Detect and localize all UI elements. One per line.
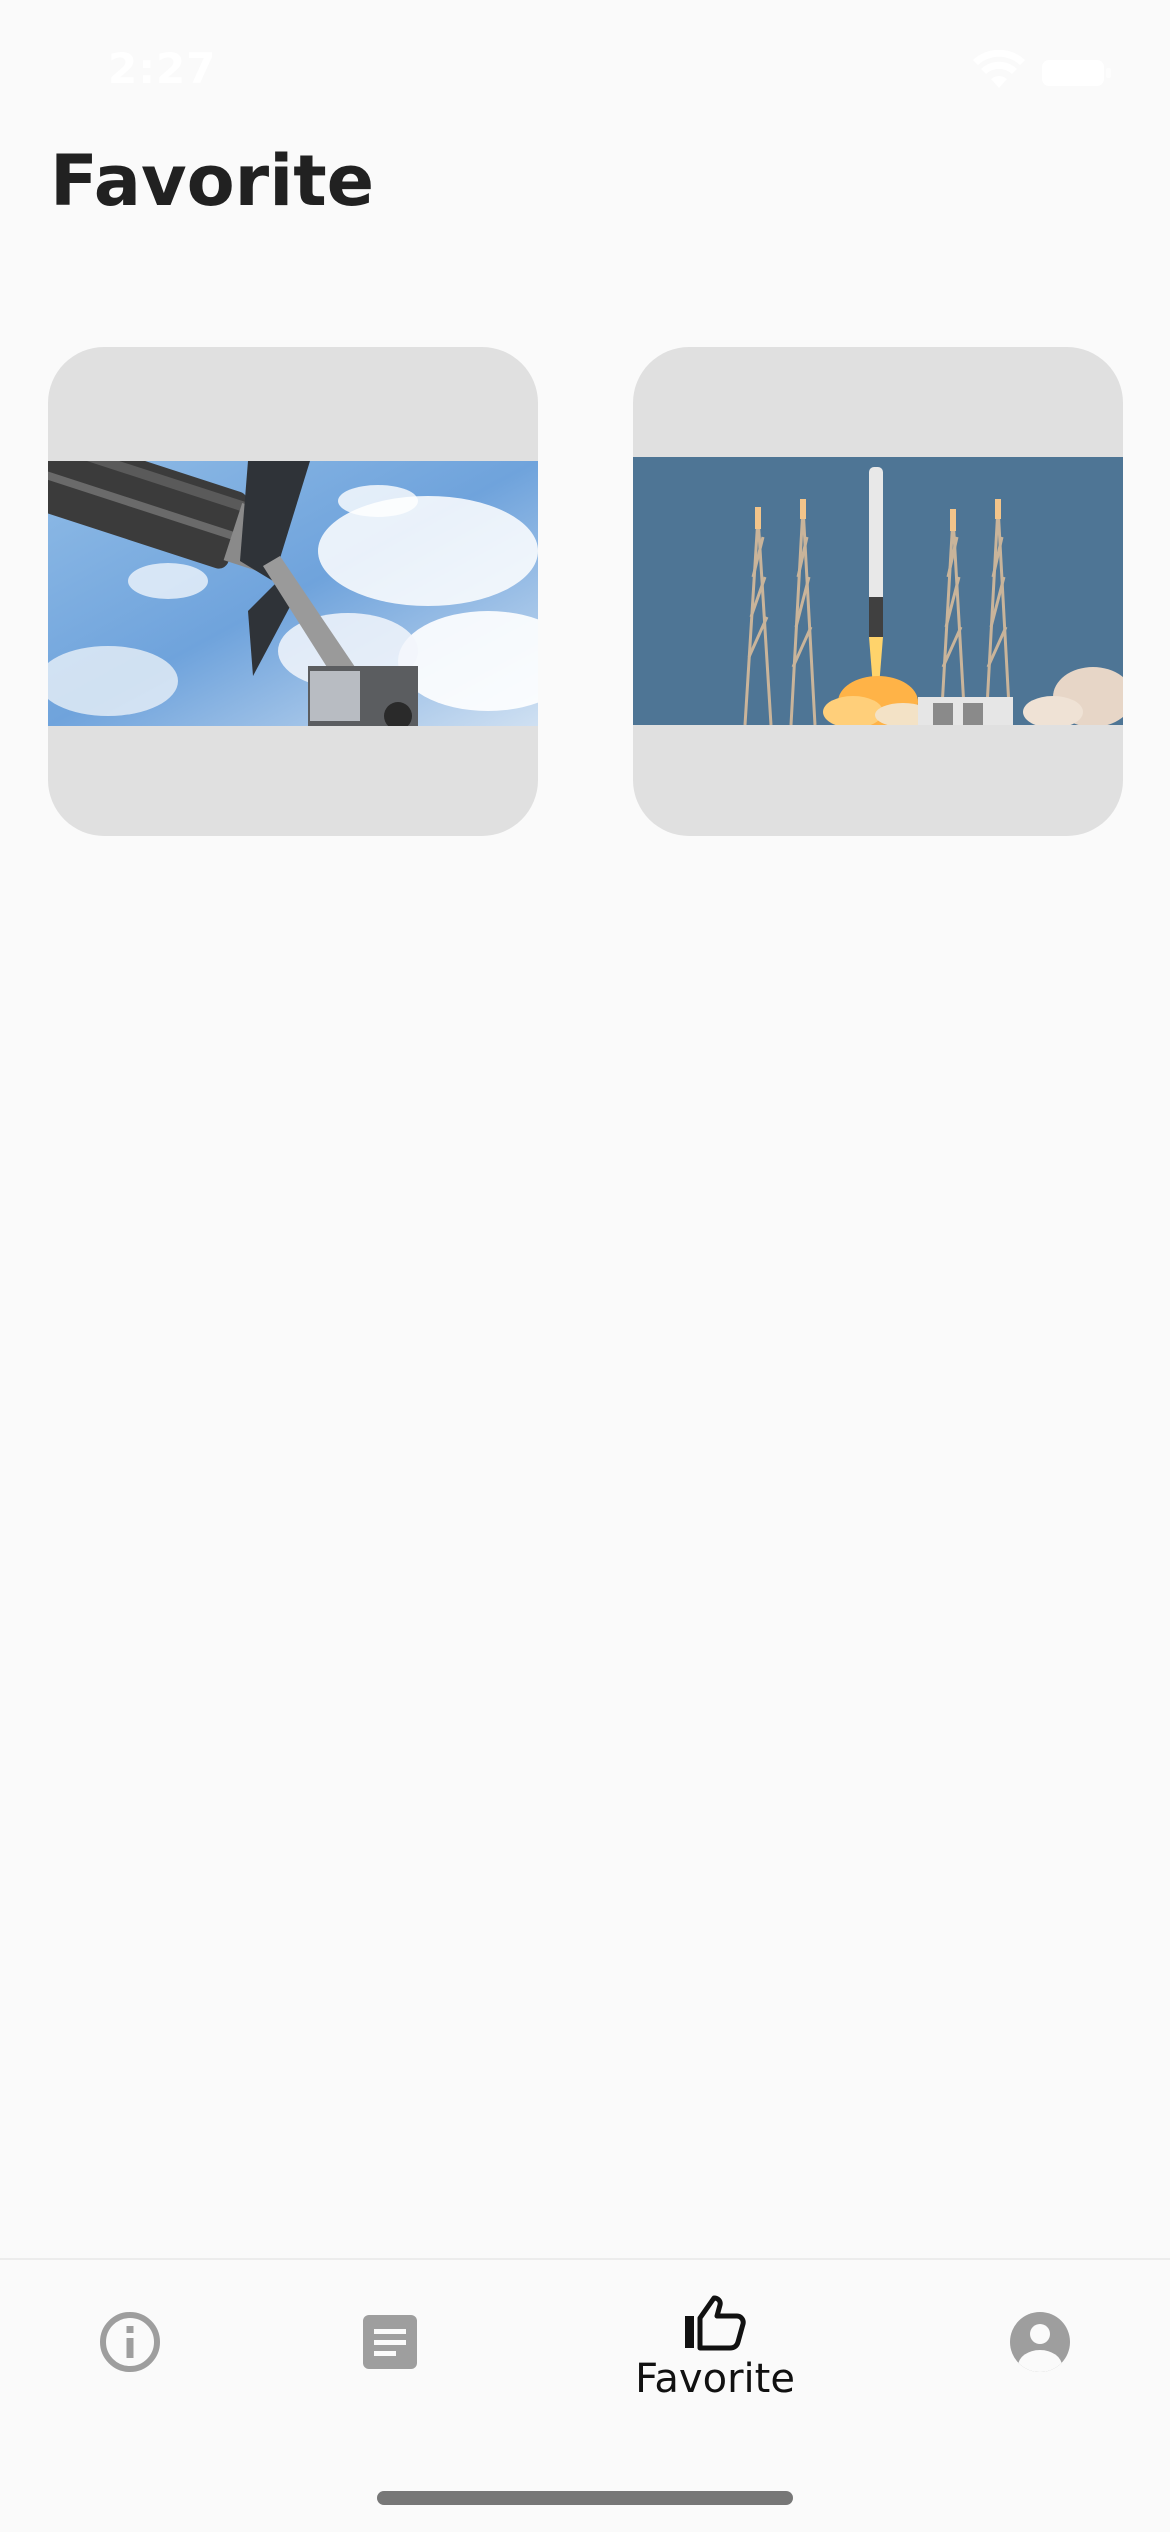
- article-icon: [363, 2315, 417, 2369]
- home-indicator[interactable]: [377, 2491, 793, 2505]
- status-time: 2:27: [108, 44, 217, 93]
- battery-icon: [1042, 60, 1111, 86]
- status-bar: 2:27: [0, 0, 1170, 140]
- thumb-up-icon: [685, 2295, 746, 2351]
- nav-label-favorite: Favorite: [635, 2356, 795, 2402]
- nav-item-articles[interactable]: [320, 2260, 460, 2460]
- favorites-screen: 2:27 Favorite Favorite: [0, 0, 1170, 2532]
- nav-item-favorite[interactable]: Favorite: [600, 2260, 830, 2460]
- nav-item-profile[interactable]: [970, 2260, 1110, 2460]
- account-circle-icon: [1010, 2312, 1070, 2372]
- favorite-card[interactable]: [633, 347, 1123, 836]
- rocket-launch-image: [633, 457, 1123, 725]
- page-title: Favorite: [50, 140, 375, 222]
- wifi-icon: [973, 50, 1025, 88]
- spacecraft-image: [48, 461, 538, 726]
- nav-item-info[interactable]: [60, 2260, 200, 2460]
- info-icon: [100, 2312, 160, 2372]
- favorite-card[interactable]: [48, 347, 538, 836]
